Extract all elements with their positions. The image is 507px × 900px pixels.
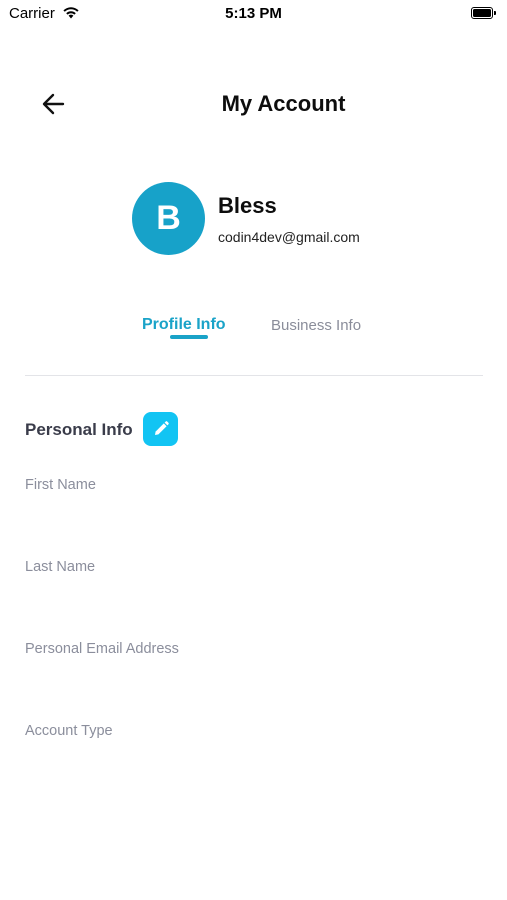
pencil-icon [154, 421, 169, 435]
avatar: B [132, 182, 205, 255]
profile-email: codin4dev@gmail.com [218, 229, 360, 245]
battery-icon [471, 7, 497, 19]
clock-time: 5:13 PM [225, 5, 282, 22]
header: My Account [0, 82, 507, 126]
tab-bar: Profile Info Business Info [0, 316, 507, 346]
personal-email-label: Personal Email Address [25, 641, 179, 657]
profile-name: Bless [218, 193, 277, 218]
section-title: Personal Info [25, 420, 133, 439]
page-title: My Account [221, 91, 346, 116]
tab-profile-info[interactable]: Profile Info [142, 316, 226, 334]
last-name-label: Last Name [25, 559, 96, 575]
divider [25, 375, 483, 376]
active-tab-indicator [170, 335, 208, 339]
tab-business-info[interactable]: Business Info [271, 317, 361, 334]
status-bar: Carrier 5:13 PM [0, 0, 507, 28]
edit-personal-info-button[interactable] [143, 412, 178, 446]
account-type-label: Account Type [25, 723, 113, 739]
first-name-label: First Name [25, 477, 96, 493]
